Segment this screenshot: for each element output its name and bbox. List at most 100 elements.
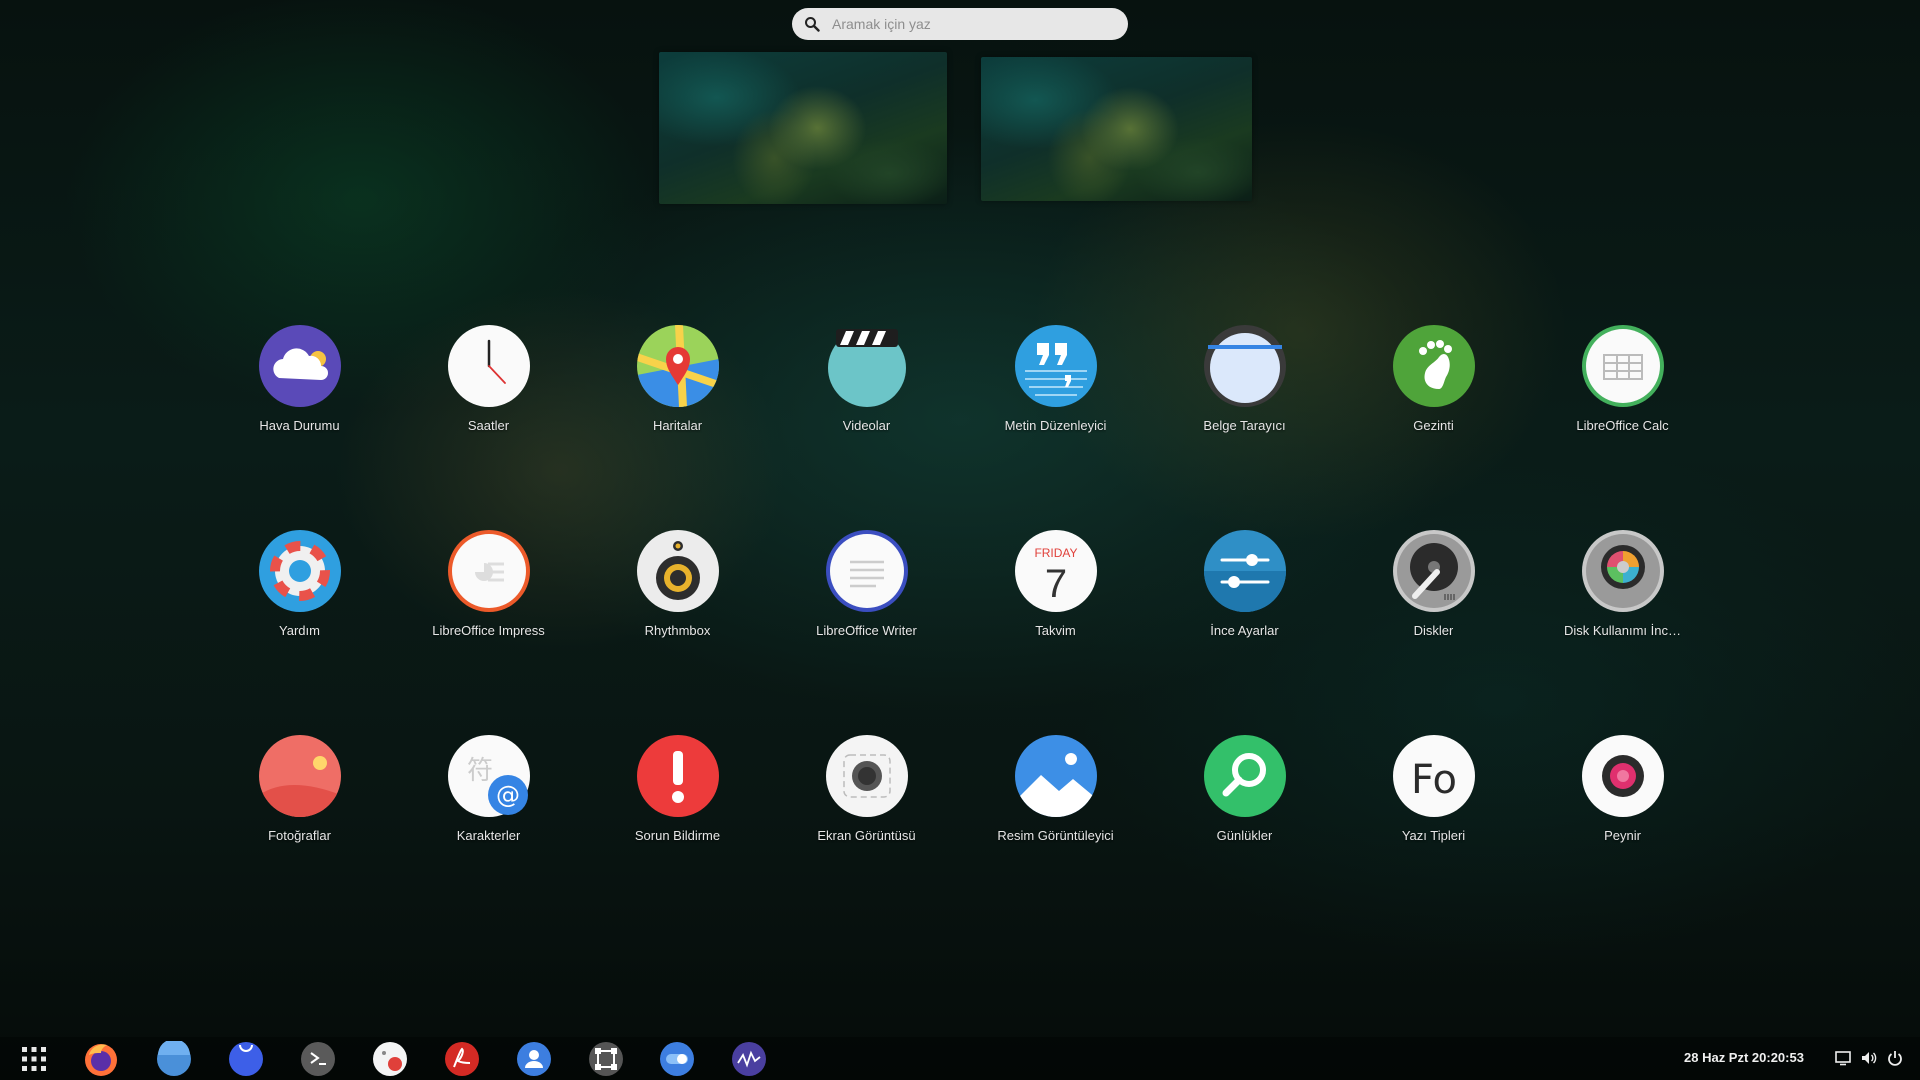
app-libreoffice-impress[interactable]: LibreOffice Impress	[394, 530, 583, 735]
system-monitor-dash-icon	[373, 1042, 407, 1076]
app-label: Metin Düzenleyici	[1004, 418, 1107, 433]
app-cheese[interactable]: Peynir	[1528, 735, 1717, 940]
app-web[interactable]: Gezinti	[1339, 325, 1528, 530]
app-clocks[interactable]: Saatler	[394, 325, 583, 530]
app-libreoffice-calc[interactable]: LibreOffice Calc	[1528, 325, 1717, 530]
rhythmbox-icon	[636, 530, 719, 612]
dash	[0, 1037, 1920, 1080]
videos-icon	[827, 329, 906, 407]
app-label: Rhythmbox	[644, 623, 711, 638]
app-label: Gezinti	[1413, 418, 1454, 433]
calendar-day-name: FRIDAY	[1034, 546, 1077, 560]
dash-contacts[interactable]	[516, 1041, 552, 1077]
app-videos[interactable]: Videolar	[772, 325, 961, 530]
logs-icon	[1203, 735, 1286, 817]
app-label: Hava Durumu	[259, 418, 340, 433]
screenshot-tool-icon	[589, 1042, 623, 1076]
app-label: Fotoğraflar	[268, 828, 331, 843]
app-label: Karakterler	[456, 828, 521, 843]
photos-icon	[258, 735, 341, 817]
app-text-editor[interactable]: Metin Düzenleyici	[961, 325, 1150, 530]
app-fonts[interactable]: Fo Yazı Tipleri	[1339, 735, 1528, 940]
app-label: Haritalar	[652, 418, 703, 433]
search-input[interactable]	[830, 15, 1104, 33]
app-label: Resim Görüntüleyici	[997, 828, 1114, 843]
svg-text:@: @	[496, 781, 520, 809]
app-label: LibreOffice Writer	[816, 623, 917, 638]
disks-icon	[1392, 530, 1475, 612]
app-tweaks[interactable]: İnce Ayarlar	[1150, 530, 1339, 735]
app-label: Videolar	[842, 418, 891, 433]
cheese-icon	[1581, 735, 1664, 817]
app-label: Günlükler	[1216, 828, 1273, 843]
app-libreoffice-writer[interactable]: LibreOffice Writer	[772, 530, 961, 735]
app-maps[interactable]: Haritalar	[583, 325, 772, 530]
dash-settings-toggle[interactable]	[659, 1041, 695, 1077]
app-label: Yardım	[279, 623, 320, 638]
dash-pdf-reader[interactable]	[444, 1041, 480, 1077]
dash-screenshot-tool[interactable]	[588, 1041, 624, 1077]
app-rhythmbox[interactable]: Rhythmbox	[583, 530, 772, 735]
libreoffice-calc-icon	[1581, 325, 1664, 407]
settings-toggle-icon	[660, 1042, 694, 1076]
app-label: Ekran Görüntüsü	[817, 828, 916, 843]
app-label: Sorun Bildirme	[634, 828, 721, 843]
calendar-day-number: 7	[1044, 562, 1066, 606]
app-characters[interactable]: 符 @ Karakterler	[394, 735, 583, 940]
show-apps-button[interactable]	[16, 1041, 52, 1077]
app-logs[interactable]: Günlükler	[1150, 735, 1339, 940]
app-disks[interactable]: Diskler	[1339, 530, 1528, 735]
date-time-clock[interactable]: 28 Haz Pzt 20:20:53	[1684, 1050, 1804, 1065]
display-icon	[1835, 1051, 1851, 1066]
fonts-glyph: Fo	[1410, 757, 1456, 803]
dash-files[interactable]	[156, 1041, 192, 1077]
pdf-reader-icon	[445, 1042, 479, 1076]
document-scanner-icon	[1203, 325, 1286, 407]
search-icon	[805, 17, 820, 32]
app-problem-reporting[interactable]: Sorun Bildirme	[583, 735, 772, 940]
app-disk-usage[interactable]: Disk Kullanımı İnc…	[1528, 530, 1717, 735]
dash-firefox[interactable]	[83, 1041, 119, 1077]
dash-terminal[interactable]	[300, 1041, 336, 1077]
app-photos[interactable]: Fotoğraflar	[205, 735, 394, 940]
text-editor-icon	[1014, 325, 1097, 407]
show-apps-icon	[22, 1047, 46, 1071]
workspace-thumbnail-2[interactable]	[981, 57, 1252, 201]
app-image-viewer[interactable]: Resim Görüntüleyici	[961, 735, 1150, 940]
app-weather[interactable]: Hava Durumu	[205, 325, 394, 530]
tray-power[interactable]	[1886, 1049, 1904, 1067]
tray-display[interactable]	[1834, 1049, 1852, 1067]
activity-monitor-icon	[732, 1042, 766, 1076]
clock-icon	[447, 325, 530, 407]
app-label: Disk Kullanımı İnc…	[1563, 623, 1682, 638]
terminal-icon	[301, 1042, 335, 1076]
maps-icon	[636, 325, 719, 407]
app-document-scanner[interactable]: Belge Tarayıcı	[1150, 325, 1339, 530]
firefox-icon	[85, 1044, 117, 1076]
search-bar[interactable]	[792, 8, 1128, 40]
dash-system-monitor[interactable]	[372, 1041, 408, 1077]
fonts-icon: Fo	[1392, 735, 1475, 817]
app-screenshot[interactable]: Ekran Görüntüsü	[772, 735, 961, 940]
app-calendar[interactable]: FRIDAY 7 Takvim	[961, 530, 1150, 735]
app-label: LibreOffice Calc	[1576, 418, 1669, 433]
libreoffice-impress-icon	[447, 530, 530, 612]
app-label: Peynir	[1604, 828, 1641, 843]
app-grid: Hava Durumu Saatler Haritalar Videolar M…	[205, 325, 1717, 940]
app-label: Belge Tarayıcı	[1203, 418, 1286, 433]
tray-volume[interactable]	[1860, 1049, 1878, 1067]
contacts-icon	[517, 1042, 551, 1076]
dash-activity-monitor[interactable]	[731, 1041, 767, 1077]
weather-icon	[258, 325, 341, 407]
app-label: Saatler	[467, 418, 510, 433]
app-label: Yazı Tipleri	[1401, 828, 1466, 843]
app-label: LibreOffice Impress	[432, 623, 545, 638]
image-viewer-icon	[1014, 735, 1097, 817]
dash-software[interactable]	[228, 1041, 264, 1077]
workspace-thumbnail-1[interactable]	[659, 52, 947, 204]
app-label: Takvim	[1035, 623, 1076, 638]
app-label: İnce Ayarlar	[1210, 623, 1279, 638]
power-icon	[1888, 1051, 1902, 1066]
app-help[interactable]: Yardım	[205, 530, 394, 735]
volume-icon	[1862, 1052, 1877, 1064]
